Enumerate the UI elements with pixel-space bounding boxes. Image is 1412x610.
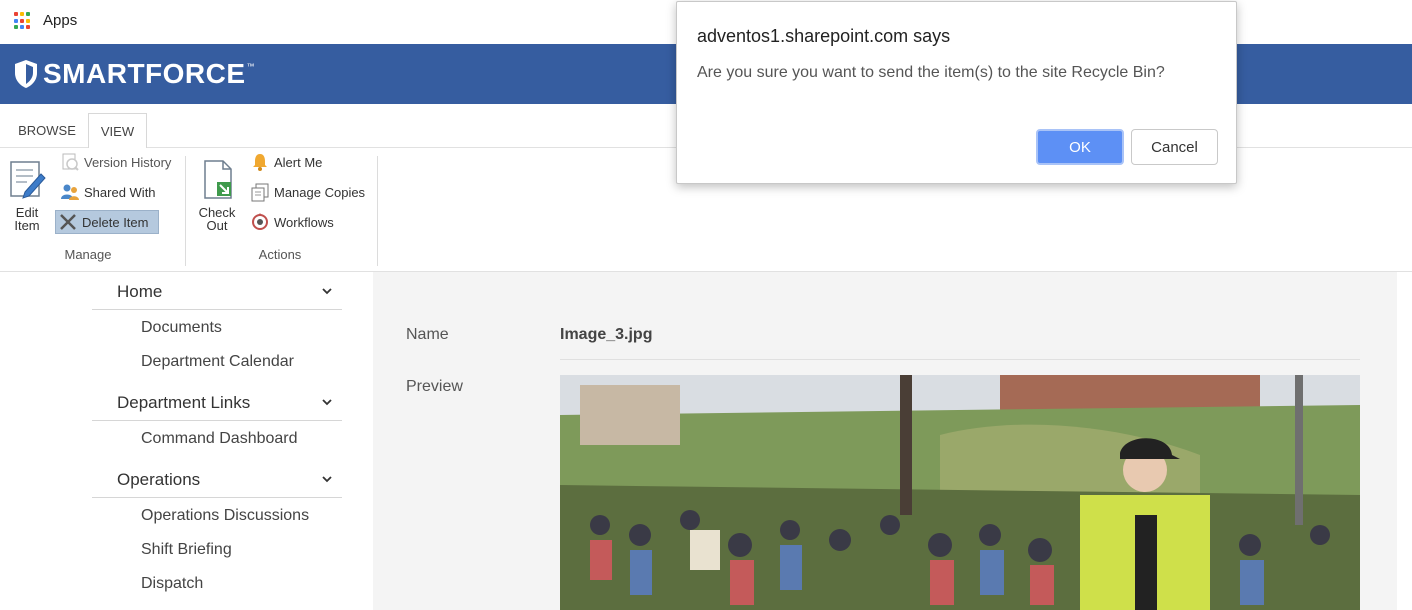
manage-group-label: Manage xyxy=(64,247,112,262)
dialog-message: Are you sure you want to send the item(s… xyxy=(697,64,1165,81)
delete-x-icon xyxy=(58,212,78,232)
delete-item-label: Delete Item xyxy=(82,214,149,230)
version-history-icon xyxy=(60,152,80,172)
edit-item-button[interactable]: Edit Item xyxy=(6,158,48,232)
delete-item-button[interactable]: Delete Item xyxy=(55,210,159,234)
tab-browse[interactable]: BROWSE xyxy=(8,113,86,149)
alert-me-label: Alert Me xyxy=(274,154,323,170)
edit-item-label: Edit Item xyxy=(14,205,40,233)
manage-copies-icon xyxy=(250,182,270,202)
confirm-dialog: adventos1.sharepoint.com says Are you su… xyxy=(676,1,1237,184)
name-field-value: Image_3.jpg xyxy=(560,326,653,343)
preview-field-label: Preview xyxy=(406,378,463,395)
shared-with-label: Shared With xyxy=(84,184,156,200)
nav-section-home[interactable]: Home xyxy=(92,274,342,310)
chevron-down-icon[interactable] xyxy=(322,474,332,484)
nav-item-documents[interactable]: Documents xyxy=(141,319,222,337)
site-logo[interactable]: SMARTFORCE ™ xyxy=(13,58,255,90)
actions-group-label: Actions xyxy=(258,247,302,262)
name-field-label: Name xyxy=(406,326,449,343)
brand-trademark: ™ xyxy=(246,61,255,71)
nav-section-label: Department Links xyxy=(117,393,251,412)
nav-section-department-links[interactable]: Department Links xyxy=(92,385,342,421)
ribbon-divider xyxy=(185,156,186,266)
workflows-label: Workflows xyxy=(274,214,334,230)
manage-copies-label: Manage Copies xyxy=(274,184,366,200)
crowd-photo-image xyxy=(560,375,1360,610)
nav-section-label: Home xyxy=(117,282,163,301)
check-out-label: Check Out xyxy=(198,205,236,233)
ribbon-divider xyxy=(377,156,378,266)
ok-button[interactable]: OK xyxy=(1036,129,1124,165)
nav-item-shift-briefing[interactable]: Shift Briefing xyxy=(141,541,232,559)
manage-copies-button[interactable]: Manage Copies xyxy=(248,180,369,204)
nav-section-label: Operations xyxy=(117,470,201,489)
shield-logo-icon xyxy=(15,60,37,88)
chevron-down-icon[interactable] xyxy=(322,397,332,407)
quick-launch-nav: Home Documents Department Calendar Depar… xyxy=(0,272,373,610)
nav-item-department-calendar[interactable]: Department Calendar xyxy=(141,353,294,371)
nav-item-dispatch[interactable]: Dispatch xyxy=(141,575,203,593)
image-preview[interactable] xyxy=(560,375,1360,610)
apps-bookmark-label[interactable]: Apps xyxy=(43,12,77,29)
people-icon xyxy=(60,182,80,202)
workflows-button[interactable]: Workflows xyxy=(248,210,338,234)
apps-grid-icon[interactable] xyxy=(14,12,32,30)
dialog-title: adventos1.sharepoint.com says xyxy=(697,26,951,46)
brand-name: SMARTFORCE xyxy=(43,58,246,89)
tab-view[interactable]: VIEW xyxy=(88,113,147,149)
field-divider xyxy=(560,359,1360,360)
shared-with-button[interactable]: Shared With xyxy=(58,180,160,204)
nav-item-command-dashboard[interactable]: Command Dashboard xyxy=(141,430,298,448)
version-history-label: Version History xyxy=(84,154,172,170)
check-out-button[interactable]: Check Out xyxy=(196,158,238,232)
check-out-icon xyxy=(197,158,237,202)
nav-item-operations-discussions[interactable]: Operations Discussions xyxy=(141,507,309,525)
edit-item-icon xyxy=(7,158,47,202)
workflows-icon xyxy=(250,212,270,232)
chevron-down-icon[interactable] xyxy=(322,286,332,296)
alert-me-button[interactable]: Alert Me xyxy=(248,150,326,174)
item-details: Name Image_3.jpg Preview xyxy=(373,272,1397,610)
version-history-button[interactable]: Version History xyxy=(58,150,175,174)
bell-icon xyxy=(250,152,270,172)
nav-section-operations[interactable]: Operations xyxy=(92,462,342,498)
cancel-button[interactable]: Cancel xyxy=(1131,129,1218,165)
